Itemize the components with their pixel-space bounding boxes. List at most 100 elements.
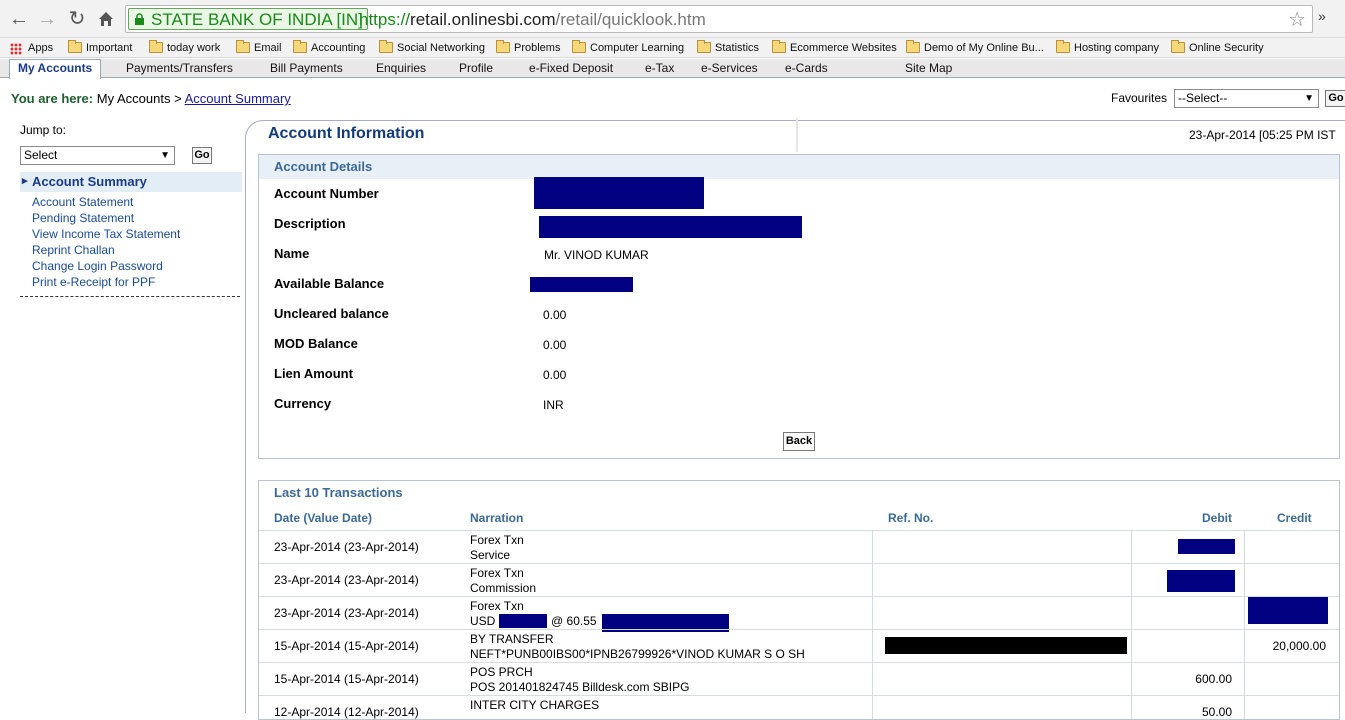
- txn-date: 15-Apr-2014 (15-Apr-2014): [274, 639, 419, 653]
- ev-certificate-badge[interactable]: STATE BANK OF INDIA [IN]: [128, 8, 368, 30]
- sidebar-item-pending-statement[interactable]: Pending Statement: [20, 210, 242, 226]
- value-mod-balance: 0.00: [543, 338, 567, 352]
- cell-divider: [1131, 597, 1132, 630]
- folder-icon: [68, 40, 82, 53]
- txn-narration: INTER CITY CHARGES: [470, 698, 600, 712]
- table-row: 23-Apr-2014 (23-Apr-2014) Forex Txn Commi…: [259, 563, 1339, 597]
- favourites-go-button[interactable]: Go: [1325, 90, 1345, 107]
- main-menu: My Accounts Payments/Transfers Bill Paym…: [0, 59, 1345, 79]
- value-currency: INR: [543, 398, 564, 412]
- favourites-select[interactable]: --Select-- ▼: [1174, 89, 1319, 108]
- breadcrumb-root: My Accounts: [96, 91, 171, 106]
- bookmark-folder[interactable]: Accounting: [291, 40, 365, 56]
- menu-site-map[interactable]: Site Map: [905, 60, 952, 77]
- cell-divider: [872, 564, 873, 597]
- label-uncleared-balance: Uncleared balance: [274, 306, 389, 321]
- menu-profile[interactable]: Profile: [459, 60, 493, 77]
- value-uncleared-balance: 0.00: [543, 308, 567, 322]
- bookmark-star-icon[interactable]: ☆: [1288, 7, 1306, 32]
- txn-narration: Forex Txn Commission: [470, 566, 537, 595]
- bookmark-folder[interactable]: Important: [66, 40, 132, 56]
- sidebar-item-account-summary[interactable]: Account Summary: [20, 172, 242, 192]
- value-name: Mr. VINOD KUMAR: [544, 248, 649, 262]
- value-lien-amount: 0.00: [543, 368, 567, 382]
- txn-narration: POS PRCH POS 201401824745 Billdesk.com SB…: [470, 665, 690, 694]
- bookmark-folder[interactable]: Social Networking: [377, 40, 485, 56]
- sidebar-item-print-ereceipt-ppf[interactable]: Print e-Receipt for PPF: [20, 274, 242, 290]
- cell-divider: [1131, 564, 1132, 597]
- sidebar-item-reprint-challan[interactable]: Reprint Challan: [20, 242, 242, 258]
- txn-date: 23-Apr-2014 (23-Apr-2014): [274, 540, 419, 554]
- cell-divider: [1244, 597, 1245, 630]
- folder-icon: [1056, 40, 1070, 53]
- label-name: Name: [274, 246, 310, 261]
- menu-e-tax[interactable]: e-Tax: [645, 60, 674, 77]
- redacted-ref-no: [885, 637, 1127, 654]
- chevron-down-icon: ▼: [1304, 93, 1314, 104]
- menu-e-cards[interactable]: e-Cards: [785, 60, 828, 77]
- folder-icon: [236, 40, 250, 53]
- folder-icon: [572, 40, 586, 53]
- folder-icon: [1171, 40, 1185, 53]
- bookmark-folder[interactable]: Problems: [494, 40, 560, 56]
- back-button[interactable]: Back: [783, 432, 815, 451]
- sidebar-item-income-tax-statement[interactable]: View Income Tax Statement: [20, 226, 242, 242]
- txn-date: 15-Apr-2014 (15-Apr-2014): [274, 672, 419, 686]
- address-bar[interactable]: STATE BANK OF INDIA [IN] https://retail.…: [125, 5, 1313, 33]
- label-mod-balance: MOD Balance: [274, 336, 358, 351]
- cell-divider: [872, 630, 873, 663]
- browser-toolbar: ← → ↻ STATE BANK OF INDIA [IN] https://r…: [0, 0, 1345, 38]
- bookmarks-bar: Apps Important today work Email Accounti…: [0, 38, 1345, 58]
- menu-payments-transfers[interactable]: Payments/Transfers: [126, 60, 233, 77]
- home-icon[interactable]: [95, 7, 117, 31]
- breadcrumb-label: You are here:: [11, 91, 94, 106]
- reload-icon[interactable]: ↻: [66, 7, 88, 31]
- folder-icon: [772, 40, 786, 53]
- apps-grid-icon: [10, 43, 22, 55]
- table-row: 15-Apr-2014 (15-Apr-2014) POS PRCH POS 20…: [259, 662, 1339, 696]
- back-arrow-icon[interactable]: ←: [8, 7, 30, 31]
- bookmark-folder[interactable]: Hosting company: [1054, 40, 1159, 56]
- bookmark-folder[interactable]: Online Security: [1169, 40, 1264, 56]
- label-account-number: Account Number: [274, 186, 379, 201]
- bookmark-folder[interactable]: Ecommerce Websites: [770, 40, 897, 56]
- bookmark-folder[interactable]: Demo of My Online Bu...: [904, 40, 1044, 56]
- col-date: Date (Value Date): [274, 511, 373, 525]
- bookmark-folder[interactable]: Email: [234, 40, 282, 56]
- menu-e-fixed-deposit[interactable]: e-Fixed Deposit: [529, 60, 613, 77]
- col-credit: Credit: [1277, 511, 1312, 525]
- redacted-amount: [499, 614, 547, 628]
- menu-e-services[interactable]: e-Services: [701, 60, 758, 77]
- table-row: 15-Apr-2014 (15-Apr-2014) BY TRANSFER NEF…: [259, 629, 1339, 663]
- transactions-box: Last 10 Transactions Date (Value Date) N…: [258, 480, 1340, 720]
- folder-icon: [379, 40, 393, 53]
- bookmark-apps[interactable]: Apps: [6, 40, 53, 56]
- forward-arrow-icon[interactable]: →: [36, 7, 58, 31]
- jump-to-go-button[interactable]: Go: [192, 147, 212, 164]
- cell-divider: [1131, 531, 1132, 564]
- bookmark-folder[interactable]: Computer Learning: [570, 40, 684, 56]
- bookmark-folder[interactable]: Statistics: [695, 40, 759, 56]
- sidebar-item-change-password[interactable]: Change Login Password: [20, 258, 242, 274]
- url-text[interactable]: https://retail.onlinesbi.com/retail/quic…: [359, 9, 706, 30]
- jump-to-select[interactable]: Select ▼: [20, 146, 175, 165]
- sidebar-nav: Account Summary Account Statement Pendin…: [20, 172, 242, 290]
- txn-narration: Forex Txn Service: [470, 533, 524, 562]
- table-row: 23-Apr-2014 (23-Apr-2014) Forex Txn USD @…: [259, 596, 1339, 632]
- label-description: Description: [274, 216, 346, 231]
- col-debit: Debit: [1202, 511, 1232, 525]
- bookmark-folder[interactable]: today work: [147, 40, 220, 56]
- txn-narration: BY TRANSFER NEFT*PUNB00IBS00*IPNB26799926…: [470, 632, 805, 661]
- menu-my-accounts[interactable]: My Accounts: [9, 59, 102, 79]
- sidebar-item-account-statement[interactable]: Account Statement: [20, 194, 242, 210]
- cell-divider: [1131, 630, 1132, 663]
- table-row: 12-Apr-2014 (12-Apr-2014) INTER CITY CHA…: [259, 695, 1339, 719]
- more-extensions-icon[interactable]: »: [1318, 8, 1326, 24]
- menu-bill-payments[interactable]: Bill Payments: [270, 60, 343, 77]
- chevron-down-icon: ▼: [160, 150, 170, 161]
- breadcrumb-current-link[interactable]: Account Summary: [185, 91, 291, 106]
- txn-debit: 600.00: [1195, 672, 1232, 686]
- menu-enquiries[interactable]: Enquiries: [376, 60, 426, 77]
- folder-icon: [149, 40, 163, 53]
- redacted-credit: [1248, 597, 1328, 624]
